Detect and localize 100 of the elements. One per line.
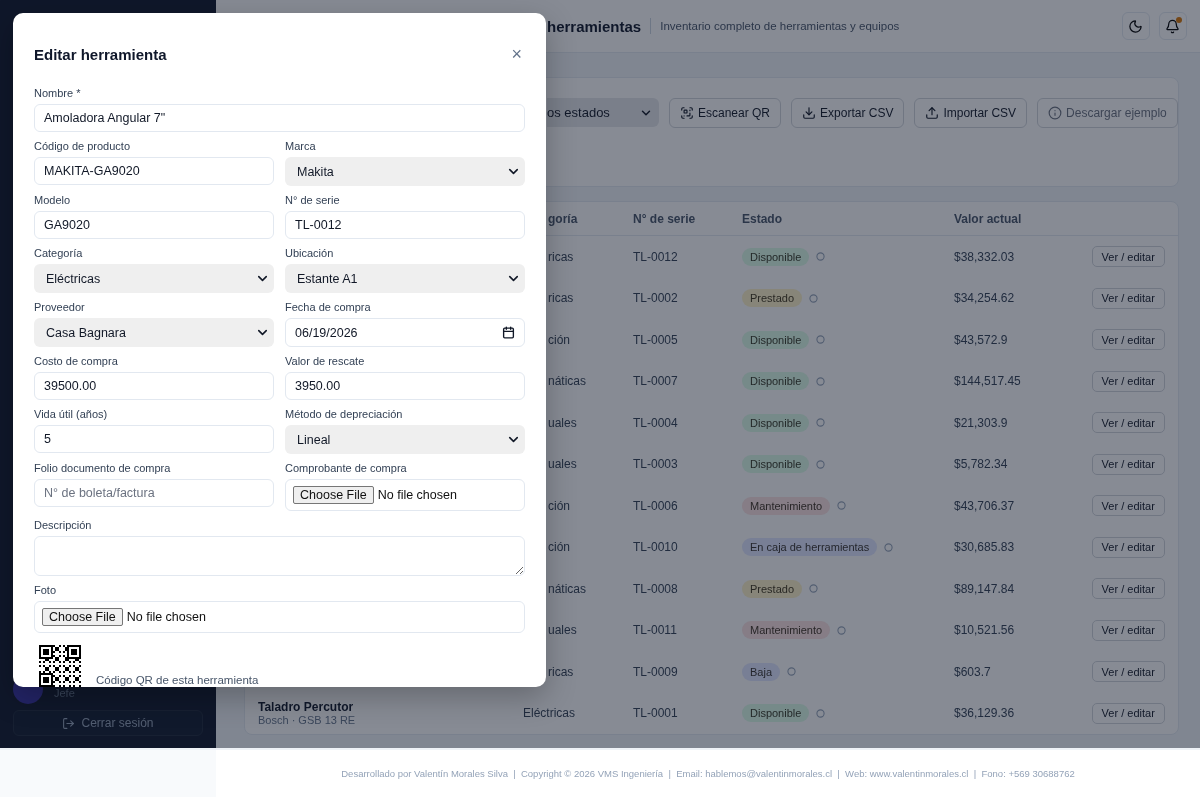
view-edit-button[interactable]: Ver / editar: [1091, 619, 1165, 641]
status-badge: Disponible: [742, 372, 810, 391]
status-badge: Disponible: [742, 247, 810, 266]
status-circle-icon: [816, 708, 826, 718]
field-label: Modelo: [34, 193, 72, 207]
date-field[interactable]: 06/19/2026: [285, 318, 525, 347]
status-badge: Disponible: [742, 455, 810, 474]
toolbar-button[interactable]: Escanear QR: [669, 98, 782, 128]
file-status: No file chosen: [126, 610, 206, 624]
view-edit-button[interactable]: Ver / editar: [1091, 495, 1165, 517]
view-edit-button[interactable]: Ver / editar: [1091, 246, 1165, 268]
status-circle-icon: [809, 293, 819, 303]
table-cell-text: uales: [547, 415, 578, 430]
status-badge: Baja: [742, 662, 781, 681]
view-edit-button[interactable]: Ver / editar: [1091, 661, 1165, 683]
status-circle-icon: [809, 584, 819, 594]
field-label: Costo de compra: [34, 354, 119, 368]
calendar-icon: [502, 326, 515, 339]
table-cell-text: $89,147.84: [954, 581, 1016, 596]
table-cell-text: ricas: [547, 664, 575, 679]
table-cell-text: TL-0006: [633, 498, 679, 513]
select-field[interactable]: Casa Bagnara: [34, 318, 274, 347]
status-circle-icon: [837, 625, 847, 635]
status-circle-icon: [816, 459, 826, 469]
field-label: Foto: [34, 583, 57, 597]
table-cell-text: TL-0002: [633, 291, 679, 306]
status-circle-icon: [787, 667, 797, 677]
view-edit-button[interactable]: Ver / editar: [1091, 287, 1165, 309]
view-edit-button[interactable]: Ver / editar: [1091, 412, 1165, 434]
input-field[interactable]: MAKITA-GA9020: [34, 157, 274, 185]
table-cell-text: Eléctricas: [523, 706, 576, 721]
table-cell-text: $38,332.03: [954, 249, 1016, 264]
table-cell-text: TL-0004: [633, 415, 679, 430]
table-cell-text: ricas: [547, 249, 575, 264]
status-badge: Prestado: [742, 579, 803, 598]
table-cell-text: $10,521.56: [954, 623, 1016, 638]
toolbar-button[interactable]: Importar CSV: [914, 98, 1028, 128]
table-cell-text: $21,303.9: [954, 415, 1009, 430]
table-cell-text: ción: [547, 498, 571, 513]
select-field[interactable]: Lineal: [285, 425, 525, 454]
table-cell-text: TL-0005: [633, 332, 679, 347]
table-cell-text: TL-0007: [633, 374, 679, 389]
table-cell-text: náticas: [547, 581, 588, 596]
field-label: Descripción: [34, 518, 93, 532]
input-field[interactable]: GA9020: [34, 211, 274, 239]
table-cell-text: $603.7: [954, 664, 992, 679]
table-cell-text: TL-0010: [633, 540, 679, 555]
table-cell-text: $34,254.62: [954, 291, 1016, 306]
column-header: N° de serie: [633, 211, 697, 226]
input-field[interactable]: Amoladora Angular 7": [34, 104, 525, 132]
status-badge: Mantenimiento: [742, 621, 831, 640]
view-edit-button[interactable]: Ver / editar: [1091, 702, 1165, 724]
status-filter-select[interactable]: os estados: [547, 98, 659, 127]
status-circle-icon: [884, 542, 894, 552]
table-cell-text: $144,517.45: [954, 374, 1022, 389]
qr-caption: Código QR de esta herramienta: [96, 674, 259, 687]
status-circle-icon: [837, 501, 847, 511]
view-edit-button[interactable]: Ver / editar: [1091, 453, 1165, 475]
notifications-button[interactable]: [1158, 12, 1187, 40]
description-field[interactable]: [34, 536, 525, 576]
theme-toggle-button[interactable]: [1121, 12, 1150, 40]
view-edit-button[interactable]: Ver / editar: [1091, 329, 1165, 351]
select-field[interactable]: Makita: [285, 157, 525, 186]
view-edit-button[interactable]: Ver / editar: [1091, 536, 1165, 558]
field-label: Proveedor: [34, 300, 86, 314]
input-field[interactable]: N° de boleta/factura: [34, 479, 274, 507]
input-field[interactable]: TL-0012: [285, 211, 525, 239]
tool-brand-model: Bosch · GSB 13 RE: [258, 714, 357, 727]
field-label: Valor de rescate: [285, 354, 366, 368]
table-cell-text: $30,685.83: [954, 540, 1016, 555]
field-label: Nombre *: [34, 86, 82, 100]
select-field[interactable]: Eléctricas: [34, 264, 274, 293]
field-label: N° de serie: [285, 193, 341, 207]
view-edit-button[interactable]: Ver / editar: [1091, 578, 1165, 600]
dialog-title: Editar herramienta: [34, 45, 167, 63]
status-badge: Disponible: [742, 330, 810, 349]
column-header: Valor actual: [954, 211, 1023, 226]
bell-icon: [1165, 18, 1181, 34]
table-cell-text: $36,129.36: [954, 706, 1016, 721]
input-field[interactable]: 5: [34, 425, 274, 453]
view-edit-button[interactable]: Ver / editar: [1091, 370, 1165, 392]
select-field[interactable]: Estante A1: [285, 264, 525, 293]
input-field[interactable]: 39500.00: [34, 372, 274, 400]
toolbar-button[interactable]: Exportar CSV: [791, 98, 905, 128]
status-badge: En caja de herramientas: [742, 538, 878, 557]
field-label: Categoría: [34, 246, 84, 260]
table-cell-text: TL-0008: [633, 581, 679, 596]
field-label: Vida útil (años): [34, 407, 109, 421]
info-icon: [1048, 106, 1063, 120]
close-button[interactable]: ×: [508, 45, 525, 63]
page-title: herramientas: [547, 17, 642, 35]
field-label: Comprobante de compra: [285, 461, 408, 475]
choose-file-button[interactable]: Choose File: [42, 608, 123, 626]
choose-file-button[interactable]: Choose File: [293, 486, 374, 504]
logout-button[interactable]: Cerrar sesión: [13, 710, 203, 736]
field-label: Folio documento de compra: [34, 461, 172, 475]
input-field[interactable]: 3950.00: [285, 372, 525, 400]
table-cell-text: uales: [547, 623, 578, 638]
table-cell-text: $5,782.34: [954, 457, 1009, 472]
table-cell-text: TL-0003: [633, 457, 679, 472]
